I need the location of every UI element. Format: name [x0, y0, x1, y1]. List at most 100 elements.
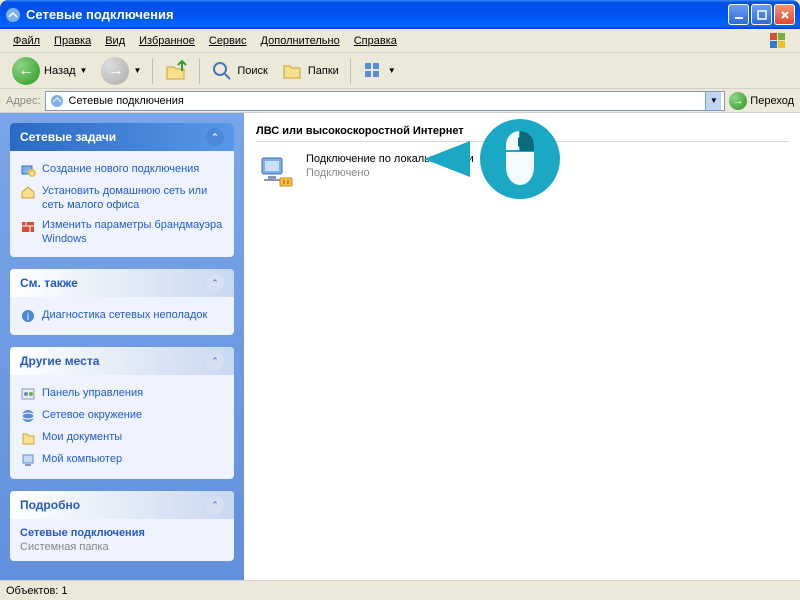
titlebar: Сетевые подключения	[0, 0, 800, 29]
menu-edit[interactable]: Правка	[47, 33, 98, 49]
menubar: Файл Правка Вид Избранное Сервис Дополни…	[0, 29, 800, 53]
task-firewall-settings[interactable]: Изменить параметры брандмауэра Windows	[20, 215, 224, 249]
svg-text:i: i	[27, 312, 29, 323]
menu-view[interactable]: Вид	[98, 33, 132, 49]
place-label: Мой компьютер	[42, 452, 122, 466]
task-network-diagnostics[interactable]: i Диагностика сетевых неполадок	[20, 305, 224, 327]
panel-title: Сетевые задачи	[20, 130, 116, 144]
network-places-icon	[20, 408, 36, 424]
close-button[interactable]	[774, 4, 795, 25]
back-icon: ←	[12, 57, 40, 85]
chevron-up-icon: ⌃	[206, 496, 224, 514]
chevron-up-icon: ⌃	[206, 274, 224, 292]
panel-other-places: Другие места ⌃ Панель управления Сетевое…	[10, 347, 234, 479]
place-label: Мои документы	[42, 430, 122, 444]
folders-button[interactable]: Папки	[276, 57, 345, 85]
panel-header-tasks[interactable]: Сетевые задачи ⌃	[10, 123, 234, 151]
computer-icon	[20, 452, 36, 468]
panel-body: i Диагностика сетевых неполадок	[10, 297, 234, 335]
go-icon: →	[729, 92, 747, 110]
search-button[interactable]: Поиск	[205, 57, 273, 85]
chevron-up-icon: ⌃	[206, 128, 224, 146]
views-icon	[362, 60, 384, 82]
panel-header-places[interactable]: Другие места ⌃	[10, 347, 234, 375]
documents-icon	[20, 430, 36, 446]
toolbar: ← Назад ▼ → ▼ Поиск Папки ▼	[0, 53, 800, 89]
details-name: Сетевые подключения	[20, 527, 224, 539]
panel-body: Панель управления Сетевое окружение Мои …	[10, 375, 234, 479]
addressbar: Адрес: Сетевые подключения ▼ → Переход	[0, 89, 800, 113]
details-type: Системная папка	[20, 541, 224, 553]
new-connection-icon: ✶	[20, 162, 36, 178]
statusbar: Объектов: 1	[0, 580, 800, 600]
chevron-down-icon: ▼	[133, 66, 141, 75]
place-my-network[interactable]: Сетевое окружение	[20, 405, 224, 427]
place-label: Сетевое окружение	[42, 408, 142, 422]
status-text: Объектов: 1	[6, 585, 68, 597]
views-button[interactable]: ▼	[356, 57, 402, 85]
separator	[152, 58, 153, 84]
maximize-button[interactable]	[751, 4, 772, 25]
menu-service[interactable]: Сервис	[202, 33, 254, 49]
lan-connection-icon	[258, 152, 298, 192]
forward-button[interactable]: → ▼	[95, 54, 147, 88]
menu-advanced[interactable]: Дополнительно	[254, 33, 347, 49]
go-label: Переход	[750, 95, 794, 107]
panel-title: Другие места	[20, 354, 99, 368]
panel-body: ✶ Создание нового подключения Установить…	[10, 151, 234, 257]
address-dropdown[interactable]: ▼	[705, 92, 721, 110]
address-input[interactable]: Сетевые подключения ▼	[45, 91, 726, 111]
separator	[350, 58, 351, 84]
separator	[199, 58, 200, 84]
panel-header-details[interactable]: Подробно ⌃	[10, 491, 234, 519]
back-button[interactable]: ← Назад ▼	[6, 54, 93, 88]
chevron-down-icon: ▼	[388, 66, 396, 75]
chevron-up-icon: ⌃	[206, 352, 224, 370]
task-setup-network[interactable]: Установить домашнюю сеть или сеть малого…	[20, 181, 224, 215]
menu-file[interactable]: Файл	[6, 33, 47, 49]
panel-details: Подробно ⌃ Сетевые подключения Системная…	[10, 491, 234, 561]
place-my-documents[interactable]: Мои документы	[20, 427, 224, 449]
minimize-button[interactable]	[728, 4, 749, 25]
panel-network-tasks: Сетевые задачи ⌃ ✶ Создание нового подкл…	[10, 123, 234, 257]
go-button[interactable]: → Переход	[729, 92, 794, 110]
folders-label: Папки	[308, 65, 339, 77]
up-button[interactable]	[158, 56, 194, 86]
home-network-icon	[20, 184, 36, 200]
mouse-hint-overlay	[424, 115, 594, 205]
search-icon	[211, 60, 233, 82]
panel-title: Подробно	[20, 498, 80, 512]
network-icon	[49, 93, 65, 109]
sidebar: Сетевые задачи ⌃ ✶ Создание нового подкл…	[0, 113, 244, 580]
panel-header-seealso[interactable]: См. также ⌃	[10, 269, 234, 297]
chevron-down-icon: ▼	[80, 66, 88, 75]
panel-title: См. также	[20, 276, 78, 290]
task-label: Создание нового подключения	[42, 162, 199, 176]
window-title: Сетевые подключения	[26, 7, 728, 22]
search-label: Поиск	[237, 65, 267, 77]
task-label: Диагностика сетевых неполадок	[42, 308, 207, 322]
window-controls	[728, 4, 795, 25]
back-label: Назад	[44, 65, 76, 77]
diagnostics-icon: i	[20, 308, 36, 324]
menu-favorites[interactable]: Избранное	[132, 33, 202, 49]
place-control-panel[interactable]: Панель управления	[20, 383, 224, 405]
firewall-icon	[20, 218, 36, 234]
address-value: Сетевые подключения	[69, 95, 702, 107]
panel-see-also: См. также ⌃ i Диагностика сетевых непола…	[10, 269, 234, 335]
task-label: Установить домашнюю сеть или сеть малого…	[42, 184, 224, 212]
address-label: Адрес:	[6, 95, 41, 107]
folders-icon	[282, 60, 304, 82]
main-area: Сетевые задачи ⌃ ✶ Создание нового подкл…	[0, 113, 800, 580]
task-new-connection[interactable]: ✶ Создание нового подключения	[20, 159, 224, 181]
content-area: ЛВС или высокоскоростной Интернет Подклю…	[244, 113, 800, 580]
folder-up-icon	[164, 59, 188, 83]
window-icon	[5, 7, 21, 23]
forward-icon: →	[101, 57, 129, 85]
place-my-computer[interactable]: Мой компьютер	[20, 449, 224, 471]
panel-body: Сетевые подключения Системная папка	[10, 519, 234, 561]
menu-help[interactable]: Справка	[347, 33, 404, 49]
windows-flag-icon	[762, 31, 794, 51]
svg-text:✶: ✶	[29, 170, 35, 178]
task-label: Изменить параметры брандмауэра Windows	[42, 218, 224, 246]
